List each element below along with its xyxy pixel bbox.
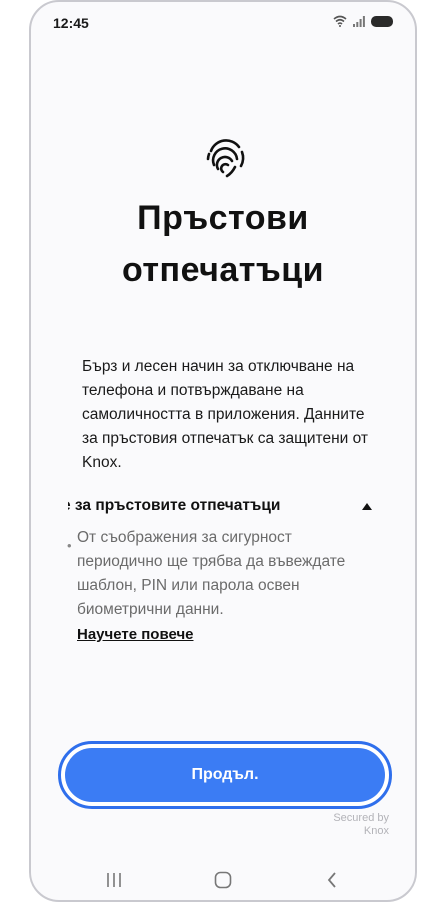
learn-more-link[interactable]: Научете повече [77,626,194,643]
title-line-1: Пръстови [137,199,309,237]
phone-frame: 12:45 Пръстови отпечатъци Бърз и лесен н… [29,0,417,902]
battery-icon [371,15,393,27]
description-text: Бърз и лесен начин за отключване на теле… [82,358,368,471]
navigation-bar [31,862,415,898]
status-bar: 12:45 [31,2,415,46]
chevron-up-icon[interactable] [362,503,372,510]
status-icons [333,15,393,27]
fingerprint-info-header[interactable]: е за пръстовите отпечатъци [68,497,378,521]
home-icon [214,871,232,889]
secured-line-1: Secured by [333,812,389,824]
continue-button[interactable]: Продъл. [65,748,385,802]
recents-icon [107,873,121,887]
back-button[interactable] [317,868,347,892]
continue-button-focus-ring: Продъл. [58,741,392,809]
home-button[interactable] [208,868,238,892]
bullet-dot: • [67,538,72,553]
back-icon [327,872,336,888]
section-header-label: е за пръстовите отпечатъци [68,497,281,514]
fingerprint-icon [206,139,245,178]
status-time: 12:45 [53,15,89,31]
title-line-2: отпечатъци [121,251,325,289]
secured-by-knox: Secured by Knox [333,812,389,838]
recents-button[interactable] [99,868,129,892]
page-title: Пръстови отпечатъци [31,192,415,296]
wifi-icon [333,15,347,27]
security-note-text: От съображения за сигурност периодично щ… [77,529,346,618]
signal-icon [353,15,365,27]
secured-line-2: Knox [363,825,389,837]
